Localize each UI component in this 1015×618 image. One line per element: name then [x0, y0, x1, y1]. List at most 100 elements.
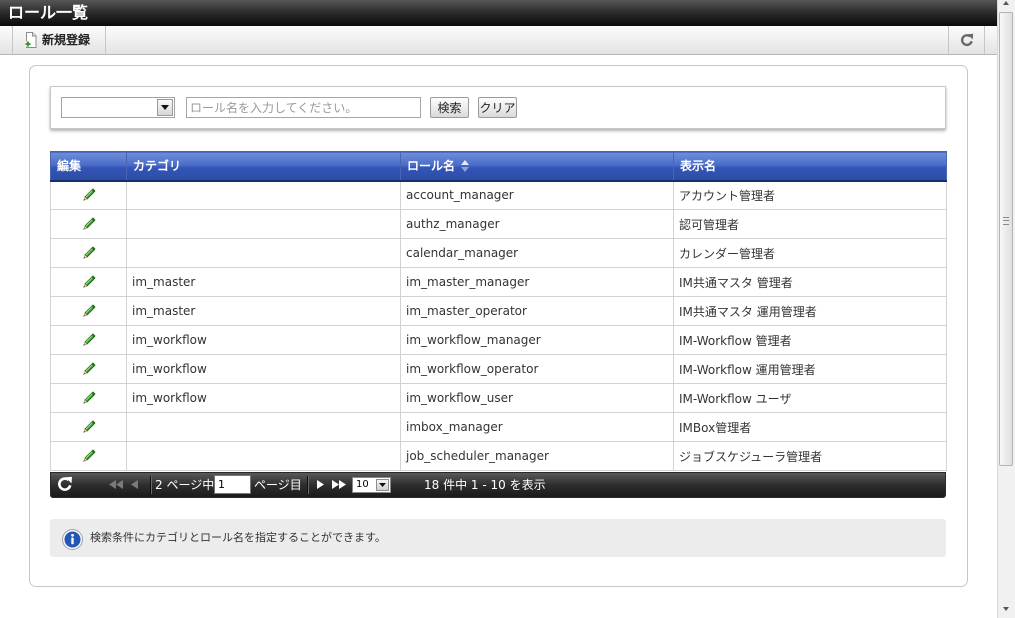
- edit-button[interactable]: [81, 187, 97, 203]
- category-cell: [126, 180, 401, 210]
- edit-cell: [50, 325, 127, 355]
- display-name-cell: IM-Workflow 運用管理者: [673, 354, 947, 384]
- edit-button[interactable]: [81, 448, 97, 464]
- scrollbar-grip-icon: [1003, 217, 1009, 225]
- table-row: imbox_manager IMBox管理者: [50, 412, 947, 442]
- edit-button[interactable]: [81, 216, 97, 232]
- role-grid: 編集 カテゴリ ロール名 表示名 account_manager アカウント管理…: [50, 151, 947, 498]
- first-page-icon[interactable]: [109, 480, 124, 489]
- refresh-icon[interactable]: [57, 476, 73, 492]
- title-bar: ロール一覧: [0, 0, 997, 26]
- info-message-text: 検索条件にカテゴリとロール名を指定することができます。: [90, 531, 386, 544]
- role-name-cell: im_master_manager: [400, 267, 674, 297]
- column-header-label: ロール名: [407, 159, 456, 174]
- table-row: account_manager アカウント管理者: [50, 180, 947, 210]
- edit-cell: [50, 180, 127, 210]
- role-name-cell: calendar_manager: [400, 238, 674, 268]
- next-page-icon[interactable]: [316, 480, 324, 489]
- pencil-icon: [82, 304, 96, 317]
- content-panel: 検索 クリア 編集 カテゴリ ロール名: [29, 65, 968, 587]
- clear-button[interactable]: クリア: [478, 97, 517, 118]
- role-name-cell: im_master_operator: [400, 296, 674, 326]
- category-cell: im_master: [126, 296, 401, 326]
- pencil-icon: [82, 362, 96, 375]
- toolbar: 新規登録: [0, 26, 997, 55]
- new-registration-button[interactable]: 新規登録: [12, 26, 106, 54]
- table-row: calendar_manager カレンダー管理者: [50, 238, 947, 268]
- category-cell: [126, 238, 401, 268]
- page-size-select[interactable]: 10: [352, 477, 391, 493]
- table-row: im_workflow im_workflow_operator IM-Workfl…: [50, 354, 947, 384]
- scroll-up-arrow-icon[interactable]: [1003, 1, 1009, 5]
- display-name-cell: アカウント管理者: [673, 180, 947, 210]
- display-name-cell: IMBox管理者: [673, 412, 947, 442]
- column-header-label: カテゴリ: [133, 159, 182, 174]
- edit-button[interactable]: [81, 419, 97, 435]
- column-header-label: 表示名: [680, 159, 717, 174]
- info-message-box: 検索条件にカテゴリとロール名を指定することができます。: [50, 519, 946, 557]
- current-page-input[interactable]: [214, 475, 251, 494]
- table-row: im_workflow im_workflow_manager IM-Workflo…: [50, 325, 947, 355]
- category-cell: im_workflow: [126, 354, 401, 384]
- role-name-search-input[interactable]: [186, 97, 421, 118]
- edit-cell: [50, 209, 127, 239]
- display-name-cell: ジョブスケジューラ管理者: [673, 441, 947, 471]
- edit-cell: [50, 412, 127, 442]
- column-header-category[interactable]: カテゴリ: [126, 151, 401, 182]
- scrollbar-thumb[interactable]: [999, 12, 1013, 466]
- edit-button[interactable]: [81, 245, 97, 261]
- pencil-icon: [82, 275, 96, 288]
- table-row: job_scheduler_manager ジョブスケジューラ管理者: [50, 441, 947, 471]
- previous-page-icon[interactable]: [131, 480, 139, 489]
- pencil-icon: [82, 333, 96, 346]
- category-select[interactable]: [61, 97, 175, 118]
- role-name-cell: imbox_manager: [400, 412, 674, 442]
- page-title: ロール一覧: [8, 3, 89, 22]
- edit-button[interactable]: [81, 332, 97, 348]
- pager: 2 ページ中 ページ目 10 18 件中 1 - 10 を表示: [50, 472, 946, 498]
- page-size-value: 10: [356, 479, 369, 490]
- edit-cell: [50, 296, 127, 326]
- page-suffix-label: ページ目: [254, 478, 302, 492]
- role-name-cell: im_workflow_operator: [400, 354, 674, 384]
- new-registration-label: 新規登録: [42, 33, 91, 47]
- edit-cell: [50, 354, 127, 384]
- edit-button[interactable]: [81, 390, 97, 406]
- column-header-role-name[interactable]: ロール名: [400, 151, 674, 182]
- table-body: account_manager アカウント管理者 authz_manager 認可管理…: [50, 180, 947, 471]
- category-cell: [126, 412, 401, 442]
- display-name-cell: IM共通マスタ 運用管理者: [673, 296, 947, 326]
- display-name-cell: IM-Workflow 管理者: [673, 325, 947, 355]
- pager-separator: [307, 476, 309, 494]
- display-name-cell: IM共通マスタ 管理者: [673, 267, 947, 297]
- table-row: im_master im_master_operator IM共通マスタ 運用管理者: [50, 296, 947, 326]
- edit-button[interactable]: [81, 303, 97, 319]
- scroll-down-arrow-icon[interactable]: [1003, 607, 1009, 611]
- category-cell: [126, 209, 401, 239]
- sort-ascending-icon: [461, 159, 470, 172]
- reload-button[interactable]: [948, 26, 985, 54]
- role-name-cell: account_manager: [400, 180, 674, 210]
- column-header-display-name[interactable]: 表示名: [673, 151, 947, 182]
- chevron-down-icon[interactable]: [157, 99, 173, 116]
- pencil-icon: [82, 449, 96, 462]
- role-name-cell: authz_manager: [400, 209, 674, 239]
- pencil-icon: [82, 217, 96, 230]
- info-icon: [62, 529, 83, 550]
- role-name-cell: im_workflow_user: [400, 383, 674, 413]
- column-header-edit: 編集: [50, 151, 127, 182]
- vertical-scrollbar[interactable]: [997, 0, 1015, 618]
- search-bar: 検索 クリア: [50, 86, 946, 129]
- category-cell: im_workflow: [126, 383, 401, 413]
- category-cell: im_workflow: [126, 325, 401, 355]
- last-page-icon[interactable]: [331, 480, 346, 489]
- refresh-icon: [960, 33, 974, 47]
- edit-button[interactable]: [81, 361, 97, 377]
- pager-separator: [150, 476, 152, 494]
- chevron-down-icon: [376, 479, 389, 491]
- role-table: 編集 カテゴリ ロール名 表示名 account_manager アカウント管理…: [50, 151, 947, 471]
- role-name-cell: im_workflow_manager: [400, 325, 674, 355]
- category-cell: im_master: [126, 267, 401, 297]
- edit-button[interactable]: [81, 274, 97, 290]
- search-button[interactable]: 検索: [430, 97, 469, 118]
